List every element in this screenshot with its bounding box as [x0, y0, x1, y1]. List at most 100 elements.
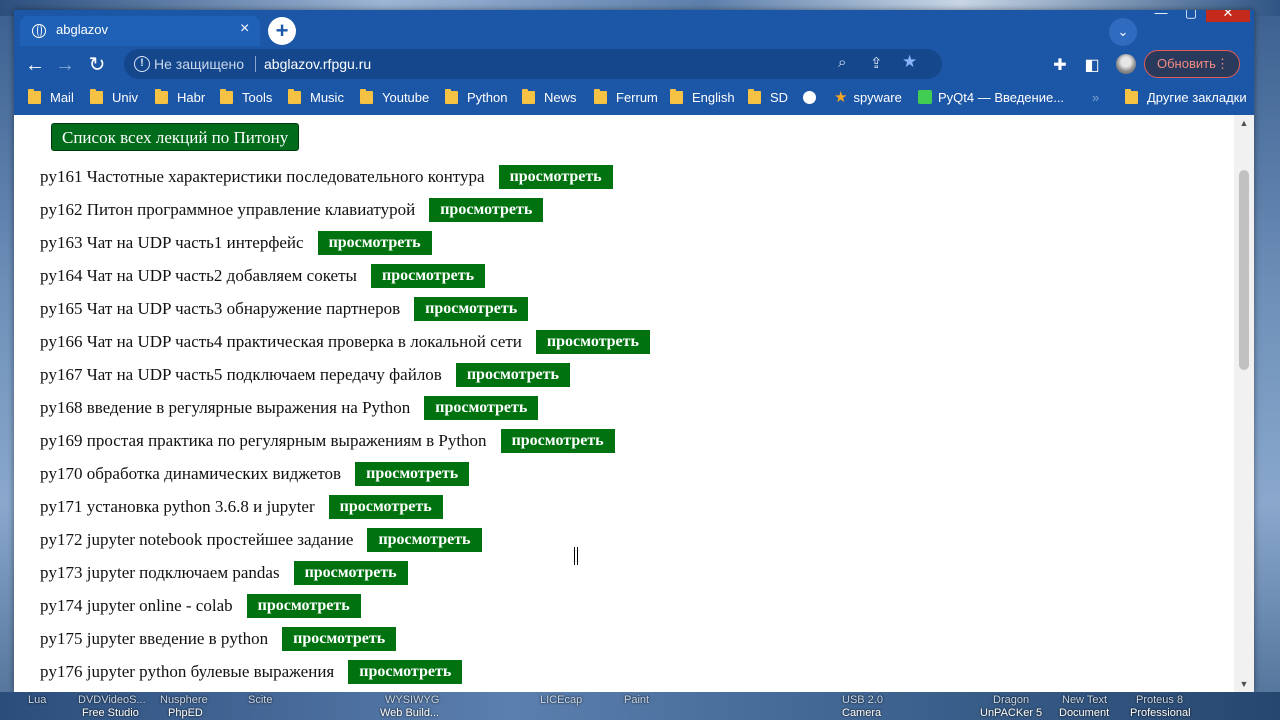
vertical-scrollbar[interactable]: ▲ ▼	[1234, 115, 1254, 692]
update-button[interactable]: Обновить ⋮	[1144, 50, 1240, 78]
active-tab[interactable]: abglazov ×	[20, 16, 260, 46]
folder-icon	[670, 89, 683, 104]
browser-window: — ▢ ✕ abglazov × + ⌄ ← → ↻ ! Не защищено…	[14, 10, 1254, 692]
lecture-title: py172 jupyter notebook простейшее задани…	[40, 529, 354, 549]
scroll-down-icon[interactable]: ▼	[1234, 676, 1254, 692]
desktop-icon-label[interactable]: Web Build...	[380, 707, 439, 719]
bookmarks-bar: Mail Univ Habr Tools Music Youtube Pytho…	[14, 84, 1254, 112]
view-button[interactable]: просмотреть	[429, 197, 544, 222]
view-button[interactable]: просмотреть	[317, 230, 432, 255]
bookmark-youtube[interactable]: Youtube	[360, 89, 429, 107]
side-panel-icon[interactable]: ◧	[1082, 55, 1102, 75]
url-text[interactable]: abglazov.rfpgu.ru	[264, 56, 371, 72]
desktop-icon-label[interactable]: Paint	[624, 694, 649, 706]
desktop-icon-label[interactable]: Professional	[1130, 707, 1191, 719]
reload-icon[interactable]: ↻	[84, 52, 110, 78]
bookmark-news[interactable]: News	[522, 89, 577, 107]
zoom-icon[interactable]: ⌕	[838, 54, 846, 71]
close-window-icon[interactable]: ✕	[1206, 10, 1250, 22]
extensions-icon[interactable]: ✚	[1050, 55, 1070, 75]
bookmark-ferrum[interactable]: Ferrum	[594, 89, 658, 107]
view-button[interactable]: просмотреть	[282, 626, 397, 651]
view-button[interactable]: просмотреть	[535, 329, 650, 354]
desktop-icon-label[interactable]: Dragon	[993, 694, 1029, 706]
profile-avatar[interactable]	[1116, 54, 1136, 74]
list-item: py173 jupyter подключаем pandas просмотре…	[40, 556, 650, 589]
bookmark-habr[interactable]: Habr	[155, 89, 205, 107]
warning-icon[interactable]: !	[134, 56, 150, 72]
view-button[interactable]: просмотреть	[367, 527, 482, 552]
forward-icon[interactable]: →	[52, 52, 78, 78]
list-item: py163 Чат на UDP часть1 интерфейс просмот…	[40, 226, 650, 259]
bookmark-spyware[interactable]: ★ spyware	[834, 89, 902, 107]
lecture-title: py162 Питон программное управление клави…	[40, 199, 416, 219]
share-icon[interactable]: ⇪	[870, 54, 883, 72]
security-status[interactable]: Не защищено	[154, 56, 244, 72]
lecture-title: py163 Чат на UDP часть1 интерфейс	[40, 232, 304, 252]
desktop-icon-label[interactable]: USB 2.0	[842, 694, 883, 706]
bookmark-univ[interactable]: Univ	[90, 89, 138, 107]
address-bar[interactable]: ! Не защищено abglazov.rfpgu.ru ⌕ ⇪ ★	[124, 49, 942, 79]
view-button[interactable]: просмотреть	[293, 560, 408, 585]
bookmark-english[interactable]: English	[670, 89, 735, 107]
browser-frame: — ▢ ✕ abglazov × + ⌄ ← → ↻ ! Не защищено…	[14, 10, 1254, 115]
scroll-up-icon[interactable]: ▲	[1234, 115, 1254, 131]
view-button[interactable]: просмотреть	[498, 164, 613, 189]
desktop-icon-label[interactable]: LICEcap	[540, 694, 582, 706]
lecture-title: py168 введение в регулярные выражения на…	[40, 397, 411, 417]
desktop-icon-label[interactable]: Free Studio	[82, 707, 139, 719]
bookmark-python[interactable]: Python	[445, 89, 507, 107]
folder-icon	[1125, 89, 1138, 104]
maximize-icon[interactable]: ▢	[1176, 10, 1206, 22]
desktop-icon-label[interactable]: Document	[1059, 707, 1109, 719]
desktop-icon-label[interactable]: UnPACKer 5	[980, 707, 1042, 719]
desktop-icon-label[interactable]: New Text	[1062, 694, 1107, 706]
lecture-title: py173 jupyter подключаем pandas	[40, 562, 280, 582]
desktop-icon-label[interactable]: Camera	[842, 707, 881, 719]
update-label: Обновить	[1157, 56, 1216, 71]
desktop-icon-label[interactable]: DVDVideoS...	[78, 694, 146, 706]
bookmark-tools[interactable]: Tools	[220, 89, 272, 107]
view-button[interactable]: просмотреть	[328, 494, 443, 519]
folder-icon	[360, 89, 373, 104]
view-button[interactable]: просмотреть	[455, 362, 570, 387]
back-icon[interactable]: ←	[22, 52, 48, 78]
folder-icon	[522, 89, 535, 104]
bookmark-sd[interactable]: SD	[748, 89, 788, 107]
bookmark-mail[interactable]: Mail	[28, 89, 74, 107]
new-tab-button[interactable]: +	[268, 17, 296, 45]
lecture-title: py164 Чат на UDP часть2 добавляем сокеты	[40, 265, 357, 285]
bookmark-globe[interactable]	[803, 89, 816, 107]
desktop-icon-label[interactable]: PhpED	[168, 707, 203, 719]
tab-search-icon[interactable]: ⌄	[1109, 18, 1137, 46]
star-icon: ★	[834, 89, 848, 106]
bookmark-star-icon[interactable]: ★	[902, 52, 917, 72]
desktop-icon-label[interactable]: Nusphere	[160, 694, 208, 706]
list-item: py169 простая практика по регулярным выр…	[40, 424, 650, 457]
desktop-icon-label[interactable]: Lua	[28, 694, 46, 706]
menu-dots-icon[interactable]: ⋮	[1216, 51, 1229, 77]
list-item: py176 jupyter python булевые выражения пр…	[40, 655, 650, 688]
view-button[interactable]: просмотреть	[355, 461, 470, 486]
all-lectures-button[interactable]: Список всех лекций по Питону	[51, 123, 300, 151]
view-button[interactable]: просмотреть	[424, 395, 539, 420]
bookmark-music[interactable]: Music	[288, 89, 344, 107]
lecture-title: py161 Частотные характеристики последова…	[40, 166, 485, 186]
desktop-icon-label[interactable]: WYSIWYG	[385, 694, 439, 706]
bookmark-other[interactable]: Другие закладки	[1125, 89, 1247, 107]
desktop-icon-label[interactable]: Proteus 8	[1136, 694, 1183, 706]
lecture-title: py167 Чат на UDP часть5 подключаем перед…	[40, 364, 442, 384]
view-button[interactable]: просмотреть	[348, 659, 463, 684]
view-button[interactable]: просмотреть	[500, 428, 615, 453]
more-bookmarks-icon[interactable]: »	[1092, 89, 1099, 107]
view-button[interactable]: просмотреть	[370, 263, 486, 288]
tab-title: abglazov	[56, 22, 109, 37]
scroll-thumb[interactable]	[1239, 170, 1249, 370]
view-button[interactable]: просмотреть	[246, 593, 361, 618]
close-tab-icon[interactable]: ×	[240, 20, 249, 38]
folder-icon	[748, 89, 761, 104]
view-button[interactable]: просмотреть	[414, 296, 529, 321]
bookmark-pyqt4[interactable]: PyQt4 — Введение...	[918, 89, 1064, 107]
desktop-icon-label[interactable]: Scite	[248, 694, 272, 706]
minimize-icon[interactable]: —	[1146, 10, 1176, 22]
